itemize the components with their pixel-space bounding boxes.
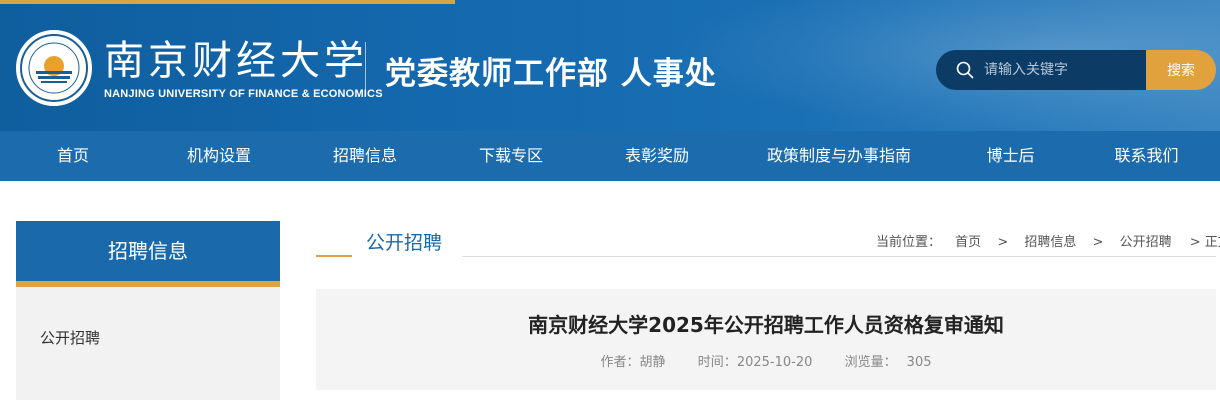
article-title: 南京财经大学2025年公开招聘工作人员资格复审通知 (528, 313, 1004, 337)
logo-english-name: NANJING UNIVERSITY OF FINANCE & ECONOMIC… (104, 88, 383, 100)
breadcrumb-link-recruitment[interactable]: 招聘信息 (1024, 231, 1076, 250)
emblem-graphic (20, 34, 88, 102)
search-icon (956, 61, 974, 79)
breadcrumb-separator: > (997, 235, 1009, 250)
sidebar-item-public-recruitment[interactable]: 公开招聘 (40, 327, 100, 348)
section-title-accent (316, 255, 352, 257)
nav-item-downloads[interactable]: 下载专区 (438, 131, 584, 181)
sidebar-title: 招聘信息 (16, 221, 280, 287)
site-header: 南京财经大学 NANJING UNIVERSITY OF FINANCE & E… (0, 0, 1220, 131)
university-emblem-icon[interactable] (16, 30, 92, 106)
search-input[interactable] (984, 62, 1134, 78)
article-header: 南京财经大学2025年公开招聘工作人员资格复审通知 作者：胡静 时间：2025-… (316, 289, 1216, 390)
page: 南京财经大学 NANJING UNIVERSITY OF FINANCE & E… (0, 0, 1220, 400)
breadcrumb-prefix: 当前位置： (876, 235, 942, 250)
nav-item-policies[interactable]: 政策制度与办事指南 (730, 131, 948, 181)
main-navigation: 首页 机构设置 招聘信息 下载专区 表彰奖励 政策制度与办事指南 博士后 联系我… (0, 131, 1220, 181)
breadcrumb-separator: > (1092, 235, 1104, 250)
logo-chinese-name: 南京财经大学 (104, 38, 368, 84)
sidebar-menu: 公开招聘 (16, 287, 280, 400)
nav-item-organization[interactable]: 机构设置 (146, 131, 292, 181)
department-title: 党委教师工作部 人事处 (385, 56, 717, 92)
section-title: 公开招聘 (366, 232, 443, 254)
breadcrumb: 当前位置： 首页 > 招聘信息 > 公开招聘 > 正文 (876, 231, 1220, 250)
nav-item-recruitment[interactable]: 招聘信息 (292, 131, 438, 181)
header-gold-strip (0, 0, 455, 4)
views-label: 浏览量： (844, 355, 897, 370)
search-field (936, 50, 1146, 90)
search-button[interactable]: 搜索 (1146, 50, 1216, 90)
search-bar: 搜索 (936, 50, 1216, 90)
breadcrumb-link-public-recruitment[interactable]: 公开招聘 (1120, 231, 1172, 250)
views-value: 305 (906, 355, 932, 370)
breadcrumb-current: > 正文 (1189, 235, 1220, 250)
nav-item-home[interactable]: 首页 (0, 131, 146, 181)
nav-item-awards[interactable]: 表彰奖励 (584, 131, 730, 181)
header-divider (365, 42, 366, 96)
author-label: 作者： (600, 355, 640, 370)
nav-item-postdoc[interactable]: 博士后 (948, 131, 1073, 181)
author-value: 胡静 (639, 355, 666, 370)
article-meta: 作者：胡静 时间：2025-10-20 浏览量： 305 (316, 351, 1216, 370)
breadcrumb-link-home[interactable]: 首页 (955, 231, 981, 250)
time-label: 时间： (697, 355, 737, 370)
section-title-rule (462, 256, 1216, 257)
nav-item-contact[interactable]: 联系我们 (1073, 131, 1220, 181)
time-value: 2025-10-20 (736, 355, 813, 370)
university-logo[interactable]: 南京财经大学 NANJING UNIVERSITY OF FINANCE & E… (104, 38, 383, 100)
